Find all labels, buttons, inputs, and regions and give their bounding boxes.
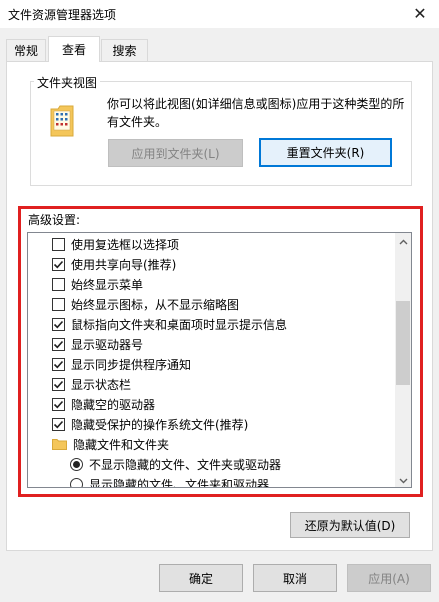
advanced-settings-list[interactable]: 使用复选框以选择项 使用共享向导(推荐) 始终显示菜单 始终显示图标，从不显示缩…: [27, 232, 412, 488]
checkmark-icon: [53, 360, 64, 368]
window-title: 文件资源管理器选项: [8, 8, 117, 22]
checkbox[interactable]: [52, 237, 65, 251]
list-item-label: 隐藏文件和文件夹: [73, 437, 170, 452]
list-item: 隐藏文件和文件夹: [28, 434, 396, 454]
folder-view-icon: [50, 105, 74, 137]
checkbox[interactable]: [52, 277, 65, 291]
list-item-label: 隐藏受保护的操作系统文件(推荐): [71, 417, 249, 432]
folder-icon: [52, 439, 67, 450]
title-bar: 文件资源管理器选项 ✕: [0, 0, 439, 28]
apply-to-folders-button[interactable]: 应用到文件夹(L): [108, 139, 243, 167]
list-item-label: 鼠标指向文件夹和桌面项时显示提示信息: [71, 317, 288, 332]
checkbox[interactable]: [52, 377, 65, 391]
folder-views-description: 你可以将此视图(如详细信息或图标)应用于这种类型的所有文件夹。: [107, 97, 405, 129]
checkmark-icon: [53, 340, 64, 348]
list-item-label: 始终显示菜单: [71, 277, 144, 292]
close-icon[interactable]: ✕: [409, 2, 431, 24]
folder-views-title: 文件夹视图: [34, 74, 101, 91]
list-item[interactable]: 鼠标指向文件夹和桌面项时显示提示信息: [28, 314, 396, 334]
radio-button[interactable]: [70, 457, 83, 471]
scroll-up-icon[interactable]: [395, 233, 411, 250]
tab-general[interactable]: 常规: [6, 39, 46, 61]
list-item[interactable]: 显示驱动器号: [28, 334, 396, 354]
list-item[interactable]: 始终显示图标，从不显示缩略图: [28, 294, 396, 314]
apply-button[interactable]: 应用(A): [347, 564, 431, 592]
checkbox[interactable]: [52, 317, 65, 331]
list-item[interactable]: 使用共享向导(推荐): [28, 254, 396, 274]
checkbox[interactable]: [52, 397, 65, 411]
checkmark-icon: [53, 420, 64, 428]
list-item-label: 使用共享向导(推荐): [71, 257, 177, 272]
list-item-label: 显示隐藏的文件、文件夹和驱动器: [89, 477, 270, 488]
list-item[interactable]: 始终显示菜单: [28, 274, 396, 294]
checkbox[interactable]: [52, 357, 65, 371]
advanced-settings-label: 高级设置:: [28, 213, 81, 227]
list-item[interactable]: 隐藏受保护的操作系统文件(推荐): [28, 414, 396, 434]
scroll-down-icon[interactable]: [395, 472, 411, 487]
list-item-label: 显示驱动器号: [71, 337, 144, 352]
checkmark-icon: [53, 400, 64, 408]
list-item[interactable]: 不显示隐藏的文件、文件夹或驱动器: [28, 454, 396, 474]
checkmark-icon: [53, 260, 64, 268]
list-item-label: 不显示隐藏的文件、文件夹或驱动器: [89, 457, 282, 472]
checkbox[interactable]: [52, 337, 65, 351]
list-item[interactable]: 显示同步提供程序通知: [28, 354, 396, 374]
vertical-scrollbar[interactable]: [395, 233, 411, 487]
restore-defaults-button[interactable]: 还原为默认值(D): [290, 512, 410, 538]
checkbox[interactable]: [52, 257, 65, 271]
checkmark-icon: [53, 380, 64, 388]
tab-view[interactable]: 查看: [48, 36, 100, 62]
checkbox[interactable]: [52, 417, 65, 431]
list-item-label: 显示状态栏: [71, 377, 132, 392]
list-item-label: 使用复选框以选择项: [71, 237, 180, 252]
list-item[interactable]: 显示隐藏的文件、文件夹和驱动器: [28, 474, 396, 488]
reset-folders-button[interactable]: 重置文件夹(R): [259, 138, 392, 167]
checkbox[interactable]: [52, 297, 65, 311]
list-item-label: 隐藏空的驱动器: [71, 397, 156, 412]
scrollbar-thumb[interactable]: [396, 301, 410, 385]
ok-button[interactable]: 确定: [159, 564, 243, 592]
checkmark-icon: [53, 320, 64, 328]
list-item-label: 显示同步提供程序通知: [71, 357, 192, 372]
list-item[interactable]: 隐藏空的驱动器: [28, 394, 396, 414]
radio-button[interactable]: [70, 477, 83, 487]
tab-search[interactable]: 搜索: [101, 39, 148, 61]
cancel-button[interactable]: 取消: [253, 564, 337, 592]
list-item[interactable]: 显示状态栏: [28, 374, 396, 394]
list-item[interactable]: 使用复选框以选择项: [28, 234, 396, 254]
list-item-label: 始终显示图标，从不显示缩略图: [71, 297, 240, 312]
